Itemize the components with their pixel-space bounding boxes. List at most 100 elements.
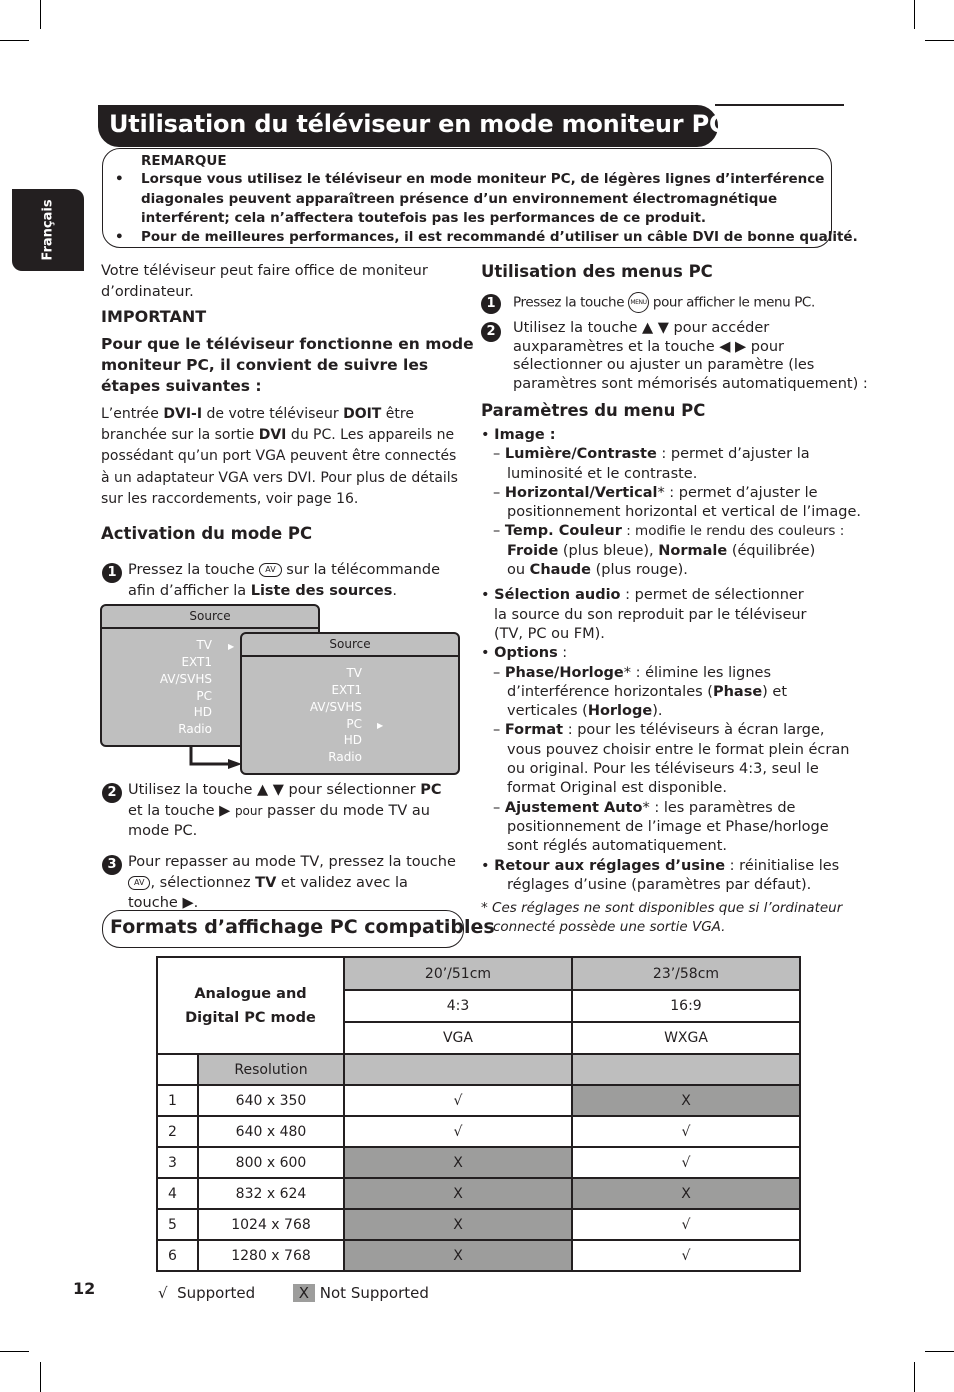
text: : modifie le rendu des couleurs : [621,523,845,540]
menu-item[interactable]: Radio [92,722,212,736]
page-reference-link[interactable]: sur les raccordements, voir page 16. [101,491,358,507]
step-number: 2 [102,783,122,803]
row-index: 2 [156,1115,199,1148]
sub-item-phase: – Phase/Horloge* : élimine les lignes [493,664,771,681]
column-aspect: 16:9 [571,989,801,1023]
activation-heading: Activation du mode PC [101,524,313,543]
language-label: Français [40,199,56,261]
formats-heading-box: Formats d’affichage PC compatibles [102,910,495,948]
text: Horizontal/Vertical [504,484,658,501]
text-line: paramètres sont mémorisés automatiquemen… [513,375,868,392]
text: et la touche ▶ [128,802,235,819]
menu-item[interactable]: EXT1 [242,683,362,697]
text: être [381,406,414,422]
text: Image : [494,427,556,443]
row-index: 6 [156,1239,199,1272]
text: Ajustement Auto [504,799,643,816]
note-title: REMARQUE [141,153,227,169]
step-1-badge: 1 [481,292,501,314]
table-row: 5 1024 x 768 X √ [156,1208,801,1241]
text: Options [494,645,558,662]
wxga-support-cell: √ [571,1208,801,1241]
text-line: connecté possède une sortie VGA. [493,919,726,936]
row-index: 1 [156,1084,199,1117]
resolution-cell: 800 x 600 [197,1146,345,1179]
menu-item[interactable]: PC [242,717,362,731]
text: * [623,664,631,681]
text: : réinitialise les [725,857,840,874]
text: Temp. Couleur [504,523,622,540]
text-line: étapes suivantes : [101,377,262,395]
note-line: interférent; cela n’affectera toutefois … [141,210,707,226]
menu-item[interactable]: TV [242,666,362,680]
menu-item[interactable]: AV/SVHS [92,672,212,686]
text: DVI-I [163,406,203,422]
list-item-options: • Options : [481,645,568,662]
title-rule [715,104,844,106]
text-line: ou Chaude (plus rouge). [481,561,861,580]
source-menu-after: Source TV EXT1 AV/SVHS PC ▶ HD Radio [240,632,460,775]
av-key-icon: AV [128,875,151,890]
text: Pressez la touche [128,562,260,578]
text: * [642,799,650,816]
text: : permet de sélectionner [620,587,804,604]
text: branchée sur la sortie [101,427,259,444]
cross-icon: X [292,1284,315,1302]
menu-item[interactable]: TV [92,638,212,652]
empty-cell [571,1053,801,1086]
page-title-banner: Utilisation du téléviseur en mode monite… [98,105,727,147]
text: ou [507,562,530,579]
menu-item[interactable]: HD [92,705,212,719]
text: : permet d’ajuster la [656,446,810,463]
page-number: 12 [73,1279,96,1298]
text-line: sur les raccordements, voir page 16. [101,489,458,510]
text: Pressez la touche [513,294,629,311]
text: pour [234,803,263,818]
text: DOIT [343,406,382,422]
text: passer du mode TV au [262,802,430,819]
check-icon: √ [158,1284,168,1302]
params-heading: Paramètres du menu PC [481,401,706,420]
text-line: Froide (plus bleue), Normale (équilibrée… [481,542,861,561]
corner-label: Analogue and Digital PC mode [156,956,345,1055]
sub-item-temp: – Temp. Couleur : modifie le rendu des c… [493,523,845,540]
column-standard: WXGA [571,1021,801,1055]
text-line: mode PC. [128,823,198,839]
vga-support-cell: X [343,1177,573,1210]
step-3-text: Pour repasser au mode TV, pressez la tou… [128,852,456,914]
row-index: 5 [156,1208,199,1241]
text-line: d’interférence horizontales (Phase) et [481,683,861,702]
dvi-paragraph: L’entrée DVI-I de votre téléviseur DOIT … [101,404,458,510]
table-row: 6 1280 x 768 X √ [156,1239,801,1272]
resolution-header: Resolution [197,1053,345,1086]
step-2-text: Utilisez la touche ▲ ▼ pour sélectionner… [128,780,442,842]
text-line: Utilisez la touche ▲ ▼ pour accéder [513,320,770,336]
text: Utilisez la touche ▲ ▼ pour sélectionner [128,782,421,798]
table-row: Resolution [156,1053,801,1086]
compatibility-table: Analogue and Digital PC mode 20’/51cm 23… [156,956,801,1272]
text-line: positionnement de l’image et Phase/horlo… [507,818,829,835]
step-2-badge: 2 [481,320,501,342]
crop-mark [0,1351,29,1352]
selected-arrow-icon: ▶ [228,642,235,651]
text: PC [420,782,442,798]
text-line: format Original est disponible. [507,780,727,797]
note-item-2: Pour de meilleures performances, il est … [141,228,858,248]
menu-step-1-text: Pressez la touche MENU pour afficher le … [513,292,815,313]
menu-item[interactable]: Radio [242,750,362,764]
text: , sélectionnez [150,874,256,891]
legend: √ Supported X Not Supported [158,1284,429,1302]
text: L’entrée [101,406,164,422]
language-tab: Français [12,189,84,271]
menu-item[interactable]: EXT1 [92,655,212,669]
menu-item[interactable]: AV/SVHS [242,700,362,714]
menu-item[interactable]: PC [92,689,212,703]
text: : [557,645,568,662]
menus-heading: Utilisation des menus PC [481,262,713,281]
text-line: sélectionner ou ajuster un paramètre (le… [513,357,815,373]
menu-item[interactable]: HD [242,733,362,747]
text: Horloge [587,703,653,720]
column-standard: VGA [343,1021,573,1055]
text-line: ou original. Pour les téléviseurs 4:3, s… [507,761,819,778]
note-line: Lorsque vous utilisez le téléviseur en m… [141,171,825,187]
